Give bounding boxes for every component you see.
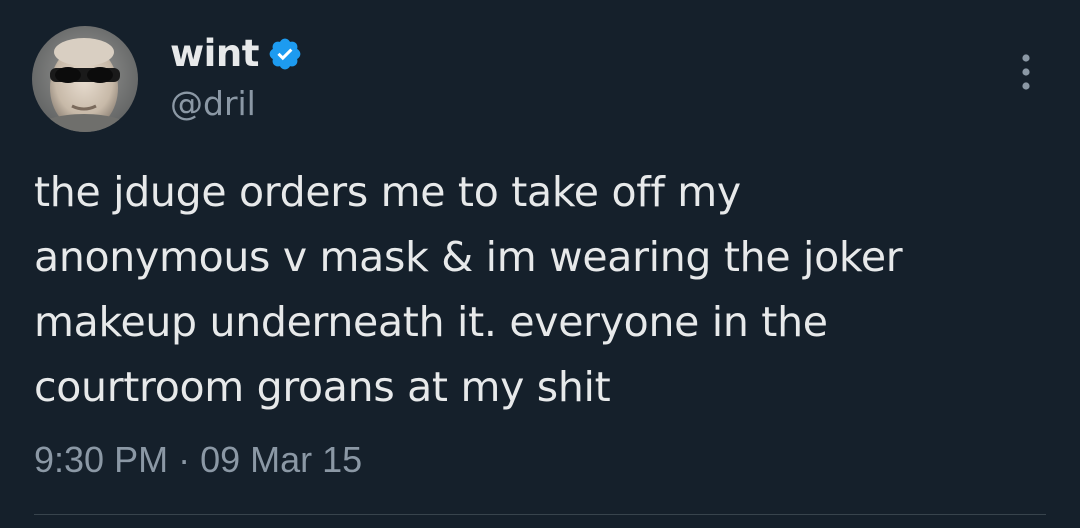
divider <box>34 514 1046 515</box>
tweet-timestamp[interactable]: 9:30 PM · 09 Mar 15 <box>34 434 362 486</box>
tweet-date: 09 Mar 15 <box>200 439 363 480</box>
display-name[interactable]: wint <box>170 28 259 80</box>
user-handle[interactable]: @dril <box>170 82 303 126</box>
more-options-button[interactable] <box>1006 46 1046 98</box>
tweet-time: 9:30 PM <box>34 439 169 480</box>
avatar-image <box>32 26 138 132</box>
avatar[interactable] <box>32 26 138 132</box>
verified-badge-icon <box>267 36 303 72</box>
timestamp-separator: · <box>178 439 191 480</box>
tweet-text: the jduge orders me to take off my anony… <box>34 168 903 411</box>
user-info: wint @dril <box>170 28 303 126</box>
name-row: wint <box>170 28 303 80</box>
more-dots-icon <box>1022 54 1030 90</box>
